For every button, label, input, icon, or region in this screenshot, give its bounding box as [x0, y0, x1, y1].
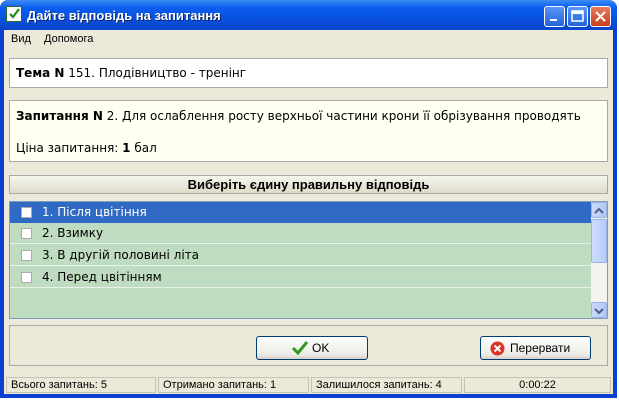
check-icon	[6, 6, 22, 22]
abort-label: Перервати	[510, 341, 571, 355]
menu-bar: Вид Допомога	[4, 30, 613, 50]
window-title: Дайте відповідь на запитання	[27, 8, 221, 23]
question-line: Запитання N 2. Для ослаблення росту верх…	[16, 108, 601, 124]
answer-checkbox-3[interactable]	[21, 250, 32, 261]
answers-scrollbar[interactable]	[591, 202, 607, 318]
answers-list: 1. Після цвітіння 2. Взимку 3. В другій …	[9, 201, 608, 319]
question-label: Запитання N	[16, 109, 103, 123]
theme-panel: Тема N 151. Плодівництво - тренінг	[9, 58, 608, 88]
answer-option-2[interactable]: 2. Взимку	[10, 223, 591, 244]
theme-line: Тема N 151. Плодівництво - тренінг	[16, 66, 246, 80]
ok-button[interactable]: OK	[256, 336, 368, 360]
dialog-body: Вид Допомога Тема N 151. Плодівництво - …	[4, 30, 613, 394]
answer-checkbox-2[interactable]	[21, 228, 32, 239]
answer-label-4: 4. Перед цвітінням	[42, 270, 162, 284]
answer-option-4[interactable]: 4. Перед цвітінням	[10, 267, 591, 288]
theme-text: 151. Плодівництво - тренінг	[68, 66, 247, 80]
button-bar: OK Перервати	[9, 325, 608, 366]
status-received: Отримано запитань: 1	[158, 377, 309, 393]
answer-label-3: 3. В другій половині літа	[42, 248, 199, 262]
price-label: Ціна запитання:	[16, 141, 119, 155]
scroll-up-button[interactable]	[591, 202, 607, 218]
menu-view[interactable]: Вид	[11, 33, 31, 45]
answer-label-2: 2. Взимку	[42, 226, 104, 240]
answers-empty-area	[10, 289, 591, 318]
status-timer: 0:00:22	[464, 377, 611, 393]
red-x-icon	[490, 341, 505, 356]
close-button[interactable]	[590, 6, 611, 27]
answer-checkbox-4[interactable]	[21, 272, 32, 283]
scroll-down-button[interactable]	[591, 302, 607, 318]
price-value: 1	[122, 141, 131, 155]
title-bar[interactable]: Дайте відповідь на запитання	[0, 0, 617, 30]
instruction-header: Виберіть єдину правильну відповідь	[9, 175, 608, 194]
status-total: Всього запитань: 5	[6, 377, 156, 393]
price-line: Ціна запитання: 1 бал	[16, 141, 157, 155]
answer-option-3[interactable]: 3. В другій половині літа	[10, 245, 591, 266]
answer-label-1: 1. Після цвітіння	[42, 205, 147, 219]
maximize-button[interactable]	[567, 6, 588, 27]
green-check-icon	[292, 341, 308, 355]
question-text: 2. Для ослаблення росту верхньої частини…	[106, 109, 581, 123]
question-panel: Запитання N 2. Для ослаблення росту верх…	[9, 100, 608, 162]
dialog-window: Дайте відповідь на запитання Вид Допомог…	[0, 0, 617, 398]
minimize-button[interactable]	[544, 6, 565, 27]
scroll-thumb[interactable]	[591, 219, 607, 263]
answer-option-1[interactable]: 1. Після цвітіння	[10, 202, 591, 223]
ok-label: OK	[312, 341, 330, 355]
abort-button[interactable]: Перервати	[480, 336, 591, 360]
status-bar: Всього запитань: 5 Отримано запитань: 1 …	[4, 375, 613, 394]
theme-label: Тема N	[16, 66, 65, 80]
price-unit: бал	[134, 141, 157, 155]
status-remaining: Залишилося запитань: 4	[311, 377, 462, 393]
answer-checkbox-1[interactable]	[21, 207, 32, 218]
menu-help[interactable]: Допомога	[44, 33, 93, 45]
